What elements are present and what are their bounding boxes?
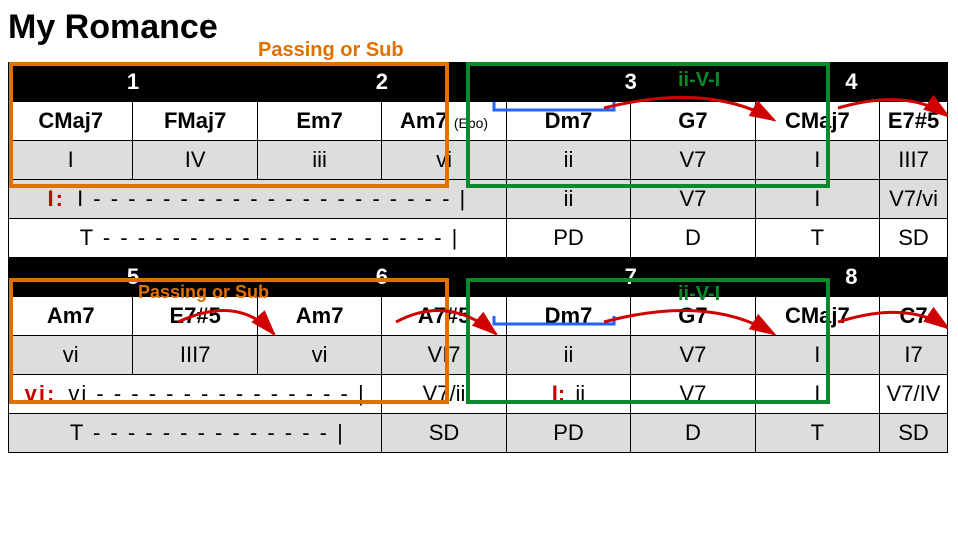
chord-grid: 1 2 3 4 CMaj7 FMaj7 Em7 Am7 (Ebo) Dm7 G7… <box>8 62 948 453</box>
analysis1-prolong: I: I - - - - - - - - - - - - - - - - - -… <box>9 180 507 219</box>
bar-header-6: 6 <box>257 258 506 297</box>
bar-header-7: 7 <box>506 258 755 297</box>
roman-4x: III7 <box>880 141 948 180</box>
analysis1-3b: V7 <box>631 180 755 219</box>
chord-4a: CMaj7 <box>755 102 879 141</box>
chord-4x: E7#5 <box>880 102 948 141</box>
roman-8a: I <box>755 336 879 375</box>
chord-5a: Am7 <box>9 297 133 336</box>
chord-2a: Em7 <box>257 102 381 141</box>
roman-5a: vi <box>9 336 133 375</box>
bar-header-5: 5 <box>9 258 258 297</box>
roman-2a: iii <box>257 141 381 180</box>
bar-header-1: 1 <box>9 63 258 102</box>
roman-1b: IV <box>133 141 257 180</box>
roman-3a: ii <box>506 141 630 180</box>
chord-6a: Am7 <box>257 297 381 336</box>
passing-sub-label-1: Passing or Sub <box>258 39 950 62</box>
analysis2-7b: V7 <box>631 375 755 414</box>
roman-8x: I7 <box>880 336 948 375</box>
analysis2-8a: I <box>755 375 879 414</box>
func2-7a: PD <box>506 414 630 453</box>
roman-7b: V7 <box>631 336 755 375</box>
chord-3a: Dm7 <box>506 102 630 141</box>
analysis2-8b: V7/IV <box>880 375 948 414</box>
roman-1a: I <box>9 141 133 180</box>
analysis1-4b: V7/vi <box>880 180 948 219</box>
chord-1b: FMaj7 <box>133 102 257 141</box>
analysis1-3a: ii <box>506 180 630 219</box>
chord-2b: Am7 (Ebo) <box>382 102 506 141</box>
chord-6b: A7#5 <box>382 297 506 336</box>
func1-3a: PD <box>506 219 630 258</box>
func2-8b: SD <box>880 414 948 453</box>
bar-header-8: 8 <box>755 258 947 297</box>
func2-6b: SD <box>382 414 506 453</box>
chord-8a: CMaj7 <box>755 297 879 336</box>
chart-wrap: 1 2 3 4 CMaj7 FMaj7 Em7 Am7 (Ebo) Dm7 G7… <box>8 62 950 453</box>
func2-7b: D <box>631 414 755 453</box>
chord-7a: Dm7 <box>506 297 630 336</box>
chord-3b: G7 <box>631 102 755 141</box>
analysis1-funcspan: T - - - - - - - - - - - - - - - - - - - … <box>9 219 507 258</box>
bar-header-4: 4 <box>755 63 947 102</box>
chord-5b: E7#5 <box>133 297 257 336</box>
bar-header-2: 2 <box>257 63 506 102</box>
roman-3b: V7 <box>631 141 755 180</box>
func2-8a: T <box>755 414 879 453</box>
analysis2-prolong: vi: vi - - - - - - - - - - - - - - - | <box>9 375 382 414</box>
analysis2-7a: I: ii <box>506 375 630 414</box>
roman-2b: vi <box>382 141 506 180</box>
func1-4b: SD <box>880 219 948 258</box>
func1-4a: T <box>755 219 879 258</box>
roman-6a: vi <box>257 336 381 375</box>
roman-7a: ii <box>506 336 630 375</box>
chord-8x: C7 <box>880 297 948 336</box>
roman-6b: VI7 <box>382 336 506 375</box>
func1-3b: D <box>631 219 755 258</box>
bar-header-3: 3 <box>506 63 755 102</box>
analysis2-funcspan: T - - - - - - - - - - - - - - | <box>9 414 382 453</box>
analysis2-6b: V7/ii <box>382 375 506 414</box>
roman-5b: III7 <box>133 336 257 375</box>
chord-1a: CMaj7 <box>9 102 133 141</box>
roman-4a: I <box>755 141 879 180</box>
analysis1-4a: I <box>755 180 879 219</box>
chord-7b: G7 <box>631 297 755 336</box>
